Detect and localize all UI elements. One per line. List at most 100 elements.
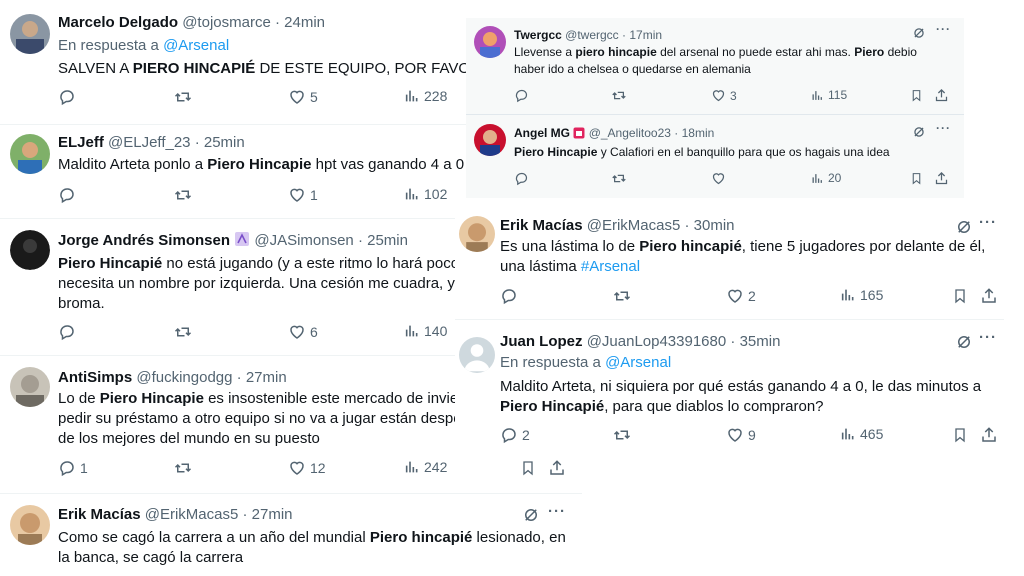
avatar[interactable] [459,216,495,252]
views-button[interactable]: 165 [840,287,883,303]
views-button[interactable]: 228 [404,88,447,104]
author-handle[interactable]: @twergcc [565,28,619,42]
retweet-button[interactable] [173,88,193,106]
view-count: 242 [424,459,448,475]
reply-button[interactable] [514,171,529,186]
grok-button[interactable] [912,125,926,144]
reply-button[interactable] [514,88,529,103]
author-name[interactable]: Twergcc [514,28,562,42]
avatar[interactable] [10,14,50,54]
more-button[interactable]: ··· [936,121,951,135]
like-button[interactable]: 3 [711,88,737,103]
reply-button[interactable]: 1 [58,459,88,477]
more-button[interactable]: ··· [548,503,566,520]
author-handle[interactable]: @JuanLop43391680 [587,333,727,350]
like-button[interactable]: 6 [288,323,318,341]
like-button[interactable]: 9 [726,426,756,444]
author-handle[interactable]: @fuckingodgg [136,369,232,386]
author-name[interactable]: Juan Lopez [500,333,583,350]
timestamp[interactable]: 25min [204,134,245,151]
tweet-juan[interactable]: Juan Lopez @JuanLop43391680 · 35min ··· … [455,319,1004,457]
share-button[interactable] [980,287,998,305]
views-button[interactable]: 242 [404,459,447,475]
author-handle[interactable]: @ELJeff_23 [108,134,191,151]
grok-button[interactable] [955,333,973,356]
bookmark-button[interactable] [910,88,923,103]
more-button[interactable]: ··· [936,22,951,36]
retweet-button[interactable] [173,459,193,477]
author-handle[interactable]: @tojosmarce [182,14,271,31]
timestamp[interactable]: 35min [740,333,781,350]
like-button[interactable]: 12 [288,459,326,477]
bookmark-button[interactable] [520,459,536,477]
like-button[interactable]: 5 [288,88,318,106]
more-button[interactable]: ··· [979,329,997,346]
share-button[interactable] [980,426,998,444]
views-button[interactable]: 465 [840,426,883,442]
bookmark-button[interactable] [910,171,923,186]
tweet-twergcc[interactable]: Twergcc @twergcc · 17min ··· Llevense a … [466,18,964,115]
more-button[interactable]: ··· [979,214,997,231]
timestamp[interactable]: 24min [284,14,325,31]
retweet-button[interactable] [173,186,193,204]
author-handle[interactable]: @ErikMacas5 [587,217,681,234]
reply-button[interactable] [500,287,518,305]
timestamp[interactable]: 30min [694,217,735,234]
author-name[interactable]: Erik Macías [58,506,141,523]
grok-button[interactable] [522,506,540,529]
bookmark-button[interactable] [952,426,968,444]
views-icon [841,428,854,440]
like-button[interactable] [711,171,726,186]
retweet-button[interactable] [612,426,632,444]
avatar[interactable] [459,337,495,373]
retweet-button[interactable] [611,88,627,103]
avatar[interactable] [10,134,50,174]
reply-to-link[interactable]: @Arsenal [605,354,671,371]
views-button[interactable]: 102 [404,186,447,202]
author-handle[interactable]: @_Angelitoo23 [589,126,671,140]
author-handle[interactable]: @JASimonsen [254,232,353,249]
share-button[interactable] [934,88,949,103]
reply-button[interactable] [58,186,76,204]
like-button[interactable]: 2 [726,287,756,305]
author-name[interactable]: Jorge Andrés Simonsen [58,232,230,249]
author-name[interactable]: ELJeff [58,134,104,151]
timestamp[interactable]: 27min [246,369,287,386]
reply-button[interactable]: 2 [500,426,530,444]
tweet-angel[interactable]: Angel MG @_Angelitoo23 · 18min ··· Piero… [466,114,964,198]
author-handle[interactable]: @ErikMacas5 [145,506,239,523]
author-name[interactable]: Erik Macías [500,217,583,234]
tweet-erik-2[interactable]: Erik Macías @ErikMacas5 · 30min ··· Es u… [455,212,1004,320]
timestamp[interactable]: 27min [252,506,293,523]
like-button[interactable]: 1 [288,186,318,204]
timestamp[interactable]: 17min [629,28,662,42]
author-name[interactable]: AntiSimps [58,369,132,386]
retweet-button[interactable] [612,287,632,305]
timestamp[interactable]: 18min [682,126,715,140]
reply-button[interactable] [58,88,76,106]
avatar[interactable] [474,26,506,58]
bookmark-button[interactable] [952,287,968,305]
avatar[interactable] [10,230,50,270]
bookmark-icon [523,461,533,476]
retweet-button[interactable] [611,171,627,186]
author-name[interactable]: Marcelo Delgado [58,14,178,31]
avatar[interactable] [474,124,506,156]
views-icon [841,289,854,301]
timestamp[interactable]: 25min [367,232,408,249]
share-button[interactable] [934,171,949,186]
retweet-button[interactable] [173,323,193,341]
avatar[interactable] [10,367,50,407]
author-name[interactable]: Angel MG [514,126,570,140]
views-button[interactable]: 115 [811,88,847,102]
views-button[interactable]: 20 [811,171,841,185]
share-icon [935,171,948,185]
share-button[interactable] [548,459,566,477]
tweet-erik-1[interactable]: Erik Macías @ErikMacas5 · 27min ··· Como… [0,493,582,576]
hashtag-link[interactable]: #Arsenal [581,258,640,275]
avatar[interactable] [10,505,50,545]
grok-button[interactable] [912,26,926,45]
reply-button[interactable] [58,323,76,341]
reply-to-link[interactable]: @Arsenal [163,37,229,54]
views-button[interactable]: 140 [404,323,447,339]
